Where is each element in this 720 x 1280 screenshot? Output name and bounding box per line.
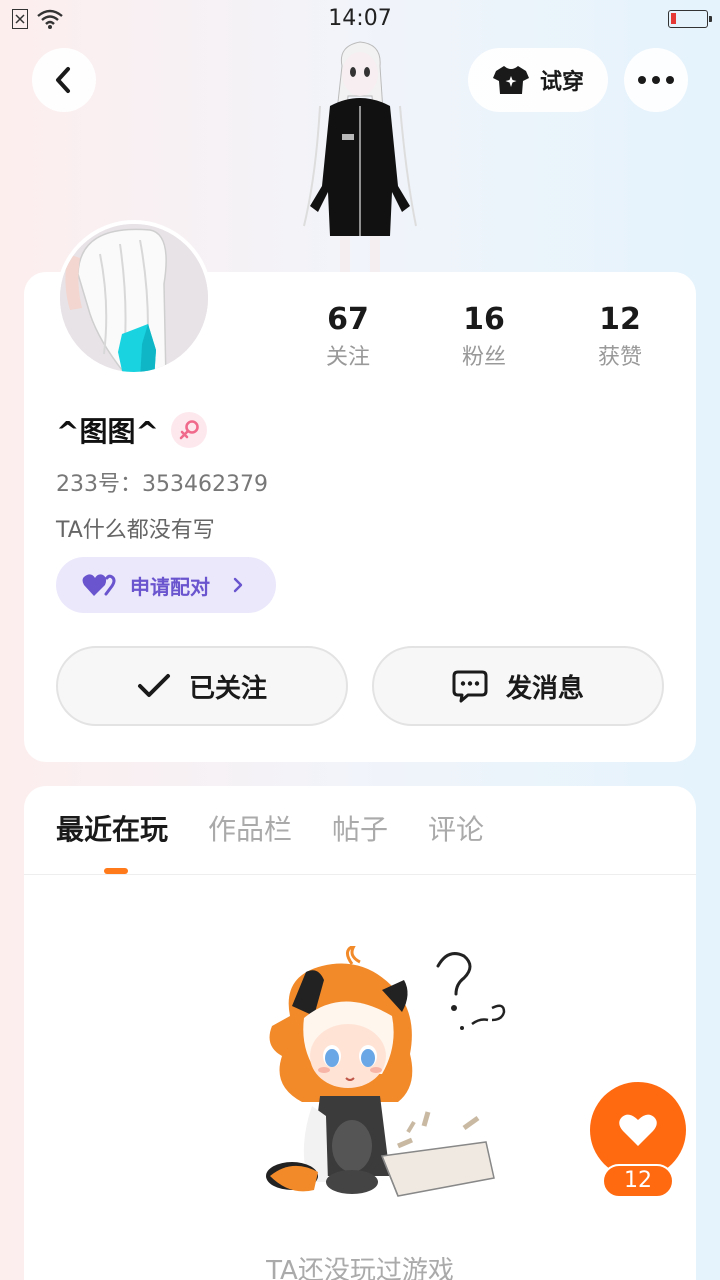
send-message-button[interactable]: 发消息 <box>372 646 664 726</box>
battery-icon <box>668 10 712 28</box>
tab-works[interactable]: 作品栏 <box>208 810 292 850</box>
battery-level <box>671 13 676 24</box>
stat-value: 67 <box>327 302 369 337</box>
user-bio: TA什么都没有写 <box>56 518 215 543</box>
try-on-button[interactable]: 试穿 <box>468 48 608 112</box>
empty-state-illustration <box>266 946 506 1197</box>
chevron-left-icon <box>56 67 70 93</box>
following-label: 已关注 <box>188 673 267 704</box>
like-count: 12 <box>602 1164 674 1198</box>
profile-tabs: 最近在玩 作品栏 帖子 评论 <box>56 810 484 850</box>
send-message-label: 发消息 <box>505 673 584 704</box>
request-pair-button[interactable]: 申请配对 <box>56 557 276 613</box>
tab-comments[interactable]: 评论 <box>428 810 484 850</box>
stat-value: 16 <box>463 302 505 337</box>
user-id: 233号：353462379 <box>56 472 268 497</box>
stat-value: 12 <box>599 302 641 337</box>
username: ^图图^ <box>56 415 159 448</box>
tabs-divider <box>24 874 696 875</box>
avatar-image <box>60 224 208 372</box>
check-icon <box>137 674 170 697</box>
status-time: 14:07 <box>328 6 392 31</box>
status-bar: 14:07 <box>0 0 720 38</box>
tab-recently-played[interactable]: 最近在玩 <box>56 810 168 850</box>
shirt-icon <box>492 66 529 94</box>
username-row: ^图图^ <box>56 410 207 450</box>
gender-badge <box>170 412 207 448</box>
empty-state-text: TA还没玩过游戏 <box>266 1256 454 1280</box>
female-icon <box>179 420 199 440</box>
stat-label: 关注 <box>325 345 370 370</box>
stat-followers[interactable]: 16 粉丝 <box>416 300 552 376</box>
heart-icon <box>619 1114 657 1146</box>
stat-likes[interactable]: 12 获赞 <box>552 300 688 376</box>
request-pair-label: 申请配对 <box>130 574 210 599</box>
tab-posts[interactable]: 帖子 <box>332 810 388 850</box>
stat-label: 粉丝 <box>461 345 506 370</box>
avatar-character-figure[interactable] <box>280 36 440 276</box>
following-button[interactable]: 已关注 <box>56 646 348 726</box>
chat-bubble-icon <box>452 670 488 703</box>
back-button[interactable] <box>32 48 96 112</box>
avatar[interactable] <box>56 220 212 376</box>
try-on-label: 试穿 <box>539 70 584 95</box>
more-dots-icon <box>638 76 674 84</box>
content-card: 最近在玩 作品栏 帖子 评论 TA还没玩过游戏 <box>24 786 696 1280</box>
chevron-right-icon <box>233 577 243 593</box>
profile-stats: 67 关注 16 粉丝 12 获赞 <box>280 300 688 376</box>
stat-following[interactable]: 67 关注 <box>280 300 416 376</box>
paired-hearts-icon <box>82 574 116 596</box>
profile-card: 67 关注 16 粉丝 12 获赞 ^图图^ 233号：353462379 TA… <box>24 220 696 762</box>
stat-label: 获赞 <box>597 345 642 370</box>
more-button[interactable] <box>624 48 688 112</box>
